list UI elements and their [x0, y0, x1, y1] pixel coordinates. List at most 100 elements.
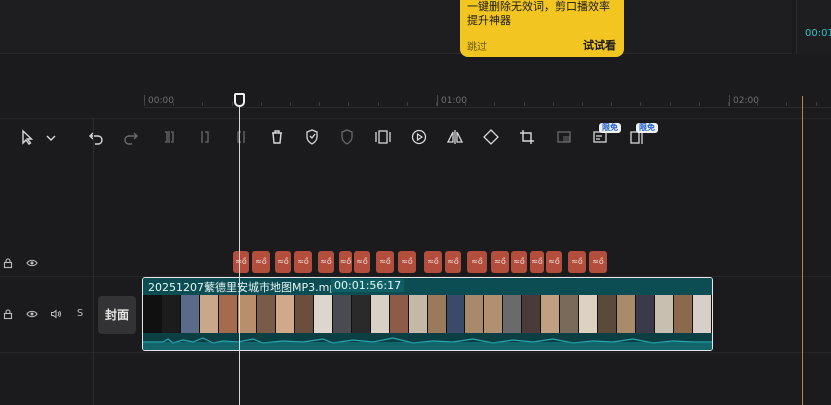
clip-thumbnail	[275, 295, 295, 333]
shield-icon[interactable]	[338, 128, 356, 146]
ruler-minor-tick	[524, 102, 525, 106]
eye-icon[interactable]	[26, 308, 38, 320]
crop-icon[interactable]	[518, 128, 536, 146]
solo-button[interactable]: S	[74, 308, 86, 320]
ruler-minor-tick	[144, 102, 145, 106]
free-badge-2: 限免	[636, 123, 658, 133]
ruler-minor-tick	[407, 102, 408, 106]
keyword-marker[interactable]: ≈ő	[491, 251, 509, 273]
tip-text-line-2: 提升神器	[467, 14, 511, 27]
rotate-icon[interactable]	[482, 128, 500, 146]
play-circle-icon[interactable]	[410, 128, 428, 146]
track-divider	[0, 352, 831, 353]
ruler-major-tick	[437, 95, 438, 106]
eye-icon[interactable]	[26, 257, 38, 269]
keyword-marker[interactable]: ≈ő	[376, 251, 394, 273]
clip-duration: 00:01:56:17	[331, 279, 405, 292]
delete-icon[interactable]	[268, 128, 286, 146]
clip-thumbnail	[427, 295, 447, 333]
keyword-marker[interactable]: ≈ő	[589, 251, 607, 273]
clip-thumbnail	[674, 295, 694, 333]
keyword-marker[interactable]: ≈ő	[546, 251, 562, 273]
ruler-minor-tick	[436, 102, 437, 106]
ruler-minor-tick	[465, 102, 466, 106]
clip-thumbnail	[161, 295, 181, 333]
clip-thumbnail	[655, 295, 675, 333]
playhead-handle[interactable]	[234, 93, 245, 107]
tip-skip-button[interactable]: 跳过	[467, 38, 487, 53]
ruler-label-1: 01:00	[441, 96, 467, 106]
ruler-minor-tick	[611, 102, 612, 106]
delete-left-icon[interactable]	[196, 128, 214, 146]
clip-thumbnail	[237, 295, 257, 333]
keyword-marker[interactable]: ≈ő	[252, 251, 270, 273]
delete-right-icon[interactable]	[232, 128, 250, 146]
video-clip[interactable]: 20251207蘩德里安城市地图MP3.mp4 00:01:56:17	[142, 277, 713, 351]
clip-header: 20251207蘩德里安城市地图MP3.mp4 00:01:56:17	[143, 278, 712, 295]
keyword-marker[interactable]: ≈ő	[294, 251, 312, 273]
ruler-minor-tick	[728, 102, 729, 106]
end-marker-line	[802, 96, 803, 405]
mark-shield-icon[interactable]	[303, 128, 321, 146]
mirror-icon[interactable]	[446, 128, 464, 146]
lock-icon[interactable]	[2, 257, 14, 269]
keyword-marker[interactable]: ≈ő	[467, 251, 487, 273]
keyword-marker[interactable]: ≈ő	[233, 251, 249, 273]
split-icon[interactable]	[160, 128, 178, 146]
clip-thumbnail	[389, 295, 409, 333]
ruler-label-0: 00:00	[148, 96, 174, 106]
clip-thumbnail	[351, 295, 371, 333]
tip-try-button[interactable]: 试试看	[583, 37, 616, 53]
keyword-marker[interactable]: ≈ő	[354, 251, 370, 273]
audio-icon[interactable]	[50, 308, 62, 320]
keyword-marker[interactable]: ≈ő	[424, 251, 442, 273]
keyword-marker[interactable]: ≈ő	[318, 251, 334, 273]
clip-thumbnail	[484, 295, 504, 333]
clip-thumbnail-strip	[143, 295, 712, 333]
timeline-toolbar: 限免 限免	[0, 62, 831, 145]
clip-name: 20251207蘩德里安城市地图MP3.mp4	[148, 281, 344, 294]
clip-thumbnail	[408, 295, 428, 333]
time-display: 00:01	[805, 28, 831, 39]
keyword-marker[interactable]: ≈ő	[275, 251, 291, 273]
clip-thumbnail	[617, 295, 637, 333]
ruler-minor-tick	[786, 102, 787, 106]
clip-thumbnail	[522, 295, 542, 333]
ruler-minor-tick	[757, 102, 758, 106]
properties-panel	[796, 0, 831, 54]
clip-thumbnail	[180, 295, 200, 333]
keyword-marker[interactable]: ≈ő	[398, 251, 416, 273]
playhead-line[interactable]	[239, 100, 240, 405]
keyword-marker[interactable]: ≈ő	[568, 251, 586, 273]
clip-thumbnail	[256, 295, 276, 333]
clip-thumbnail	[503, 295, 523, 333]
clip-thumbnail	[636, 295, 656, 333]
ruler-minor-tick	[378, 102, 379, 106]
feature-tip-popup: 一键删除无效词，剪口播效率 提升神器 跳过 试试看	[460, 0, 624, 57]
clip-thumbnail	[143, 295, 162, 333]
ruler-minor-tick	[582, 102, 583, 106]
ruler-minor-tick	[290, 102, 291, 106]
freeze-frame-icon[interactable]	[374, 128, 392, 146]
ruler-minor-tick	[670, 102, 671, 106]
ruler-minor-tick	[202, 102, 203, 106]
cover-button[interactable]: 封面	[98, 296, 136, 334]
keyword-marker[interactable]: ≈ő	[511, 251, 527, 273]
ruler-minor-tick	[261, 102, 262, 106]
lock-icon[interactable]	[2, 308, 14, 320]
ruler-minor-tick	[553, 102, 554, 106]
keyword-marker[interactable]: ≈ő	[445, 251, 461, 273]
clip-thumbnail	[693, 295, 712, 333]
clip-thumbnail	[313, 295, 333, 333]
audio-waveform	[143, 333, 712, 350]
keyword-marker[interactable]: ≈ő	[530, 251, 544, 273]
keyword-marker[interactable]: ≈ő	[339, 251, 352, 273]
clip-thumbnail	[598, 295, 618, 333]
ruler-major-tick	[729, 95, 730, 106]
redo-icon[interactable]	[122, 128, 140, 146]
clip-thumbnail	[370, 295, 390, 333]
clip-thumbnail	[294, 295, 314, 333]
clip-thumbnail	[199, 295, 219, 333]
clip-thumbnail	[541, 295, 561, 333]
resize-icon[interactable]	[555, 128, 573, 146]
